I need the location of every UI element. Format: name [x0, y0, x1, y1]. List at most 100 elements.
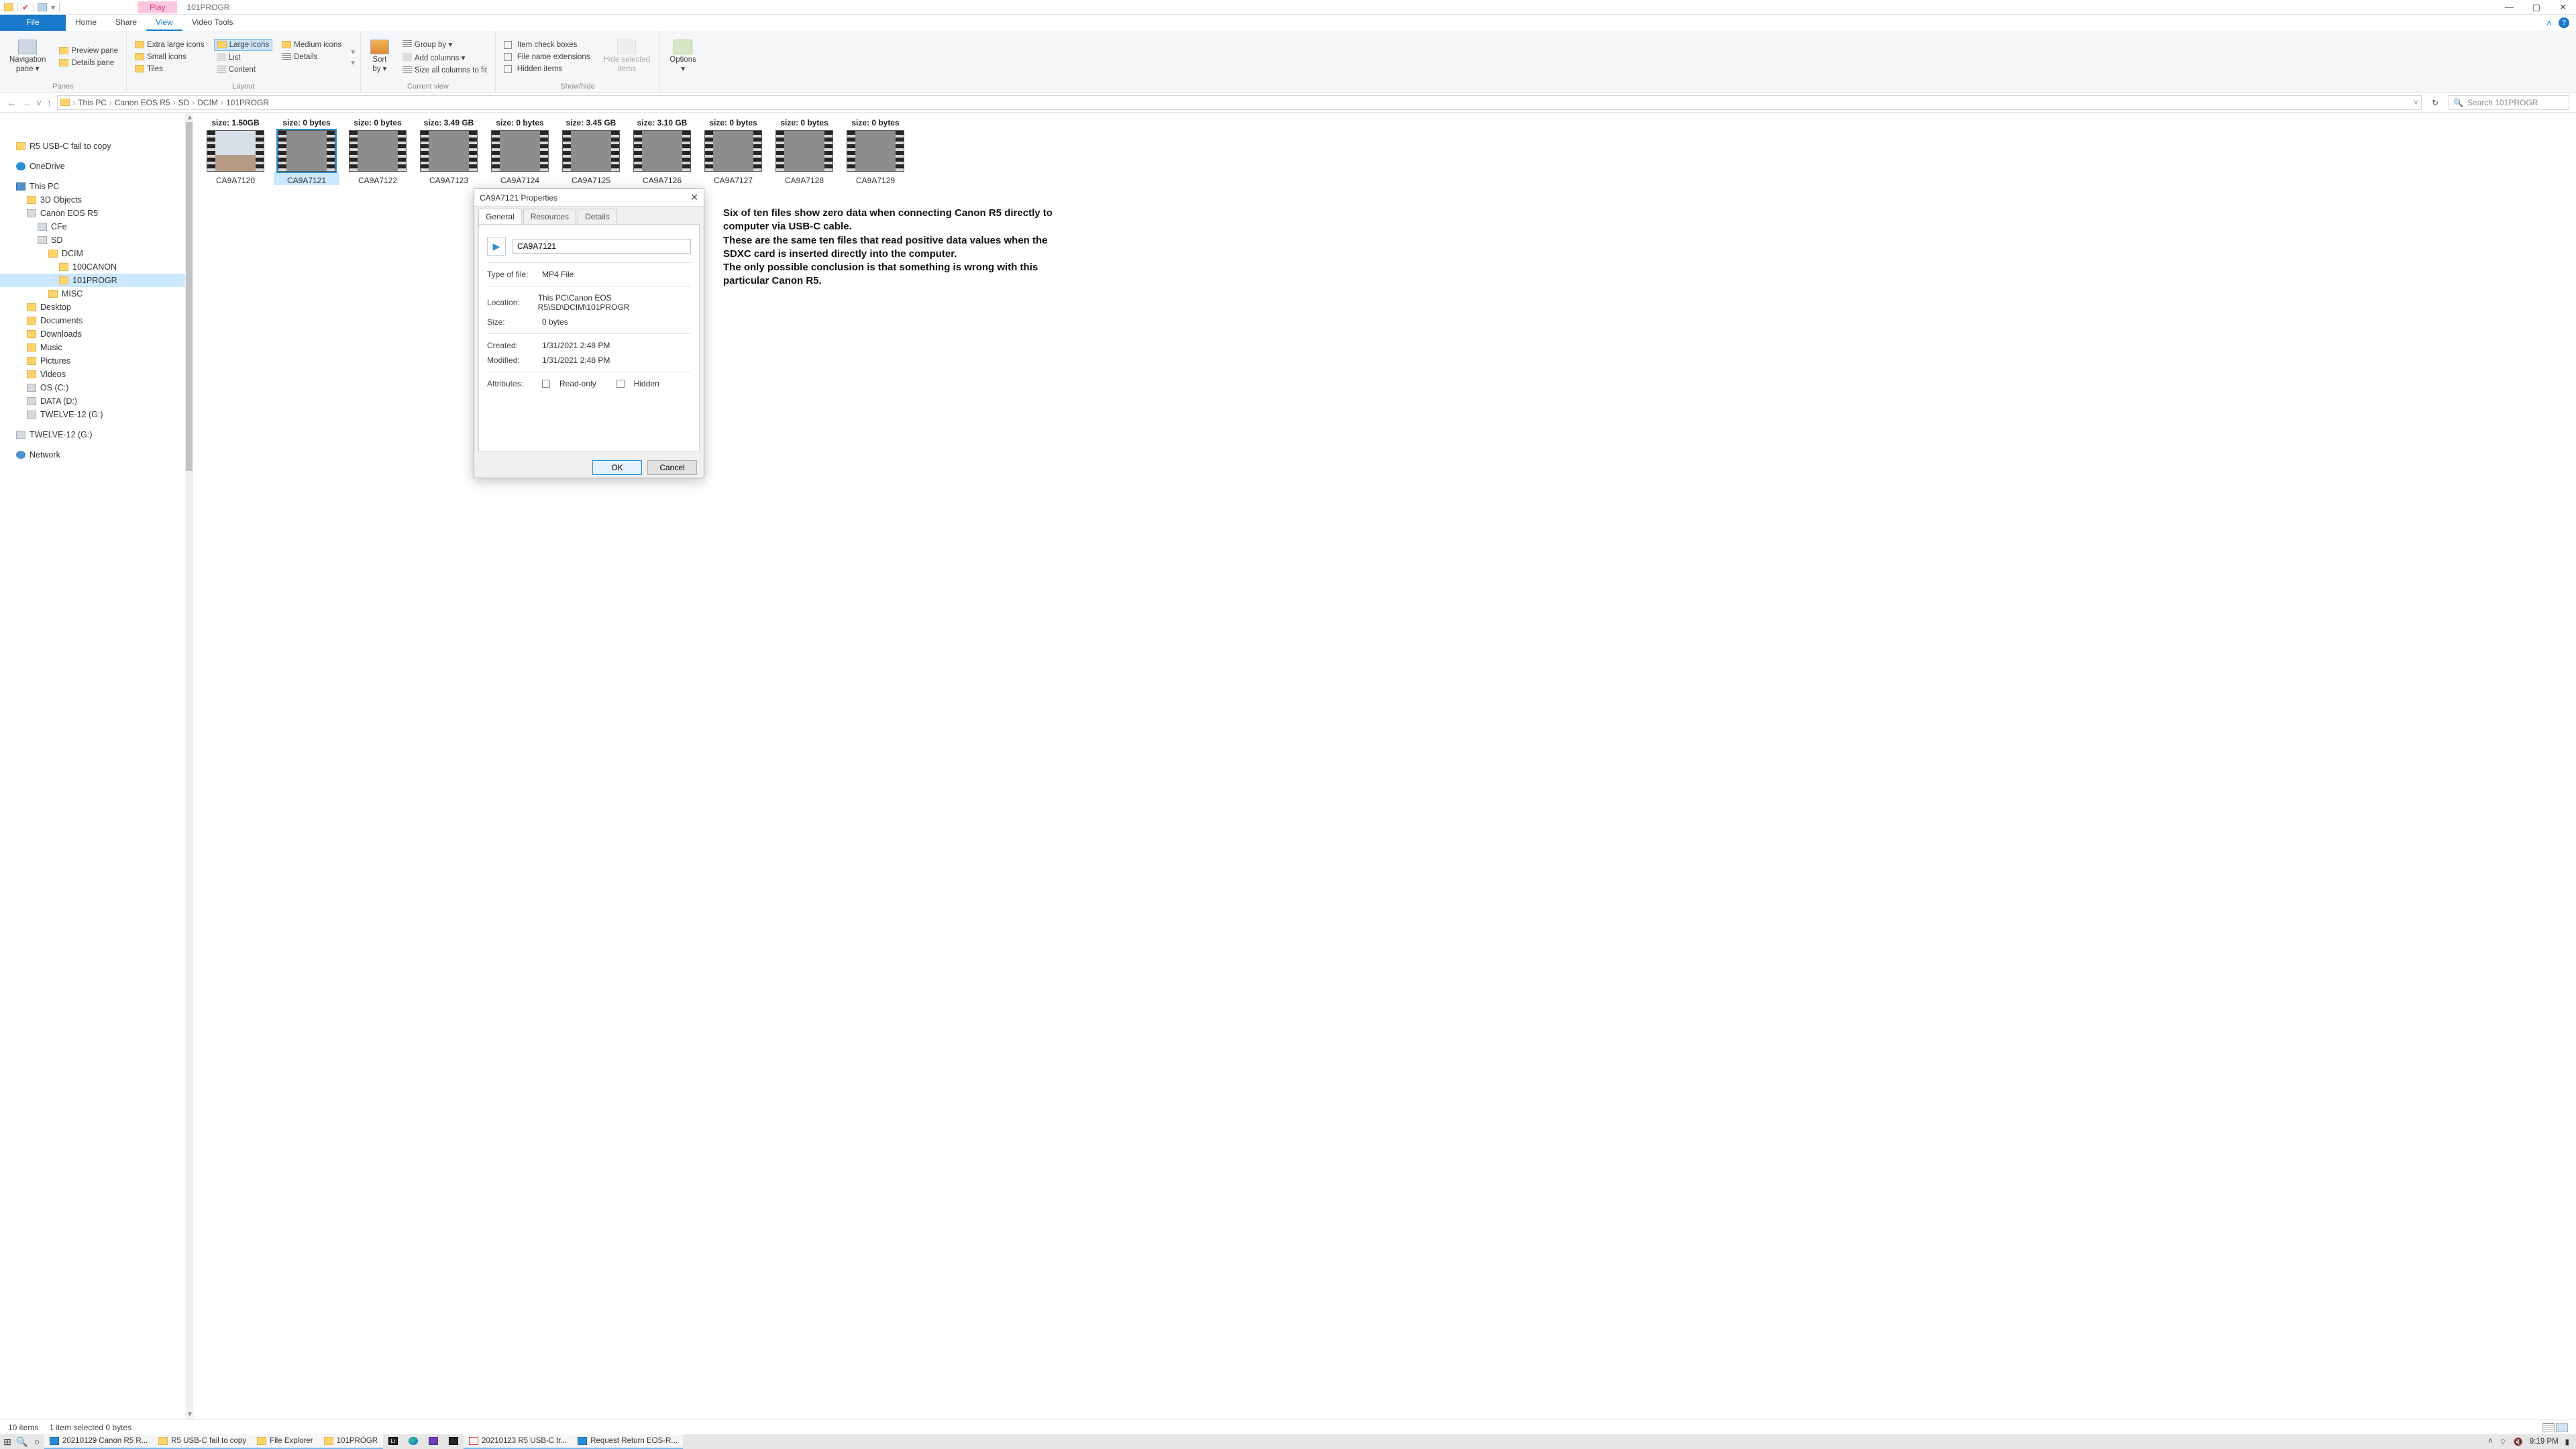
item-check-boxes-toggle[interactable]: Item check boxes: [501, 40, 593, 50]
maximize-button[interactable]: ▢: [2532, 2, 2540, 13]
taskbar-item[interactable]: 20210123 R5 USB-C tr...: [464, 1434, 572, 1449]
tiles-button[interactable]: Tiles: [132, 64, 207, 74]
tree-node[interactable]: Canon EOS R5: [0, 207, 193, 220]
qat-checkmark-icon[interactable]: ✔: [22, 3, 29, 12]
crumb[interactable]: Canon EOS R5: [115, 98, 170, 107]
volume-icon[interactable]: 🔇: [2514, 1437, 2523, 1446]
file-item[interactable]: size: 0 bytesCA9A7122: [345, 118, 411, 185]
list-button[interactable]: List: [214, 52, 272, 63]
dialog-close-button[interactable]: ✕: [690, 192, 698, 203]
tree-node[interactable]: OneDrive: [0, 160, 193, 173]
taskbar-item[interactable]: File Explorer: [252, 1434, 319, 1449]
tree-node[interactable]: Documents: [0, 314, 193, 327]
tree-node[interactable]: This PC: [0, 180, 193, 193]
scrollbar-thumb[interactable]: [186, 122, 193, 471]
filename-field[interactable]: [513, 239, 691, 254]
tree-node[interactable]: CFe: [0, 220, 193, 233]
taskbar-item[interactable]: 20210129 Canon R5 R...: [44, 1434, 153, 1449]
layout-more-button[interactable]: ▾: [351, 47, 355, 56]
scroll-up-icon[interactable]: ▲: [186, 114, 193, 121]
taskbar-item[interactable]: [403, 1434, 423, 1449]
tree-node[interactable]: Desktop: [0, 301, 193, 314]
crumb[interactable]: SD: [178, 98, 190, 107]
help-button[interactable]: ?: [2559, 17, 2569, 28]
tree-node[interactable]: 101PROGR: [0, 274, 193, 287]
cortana-button[interactable]: ○: [30, 1436, 44, 1447]
notifications-button[interactable]: ▮: [2565, 1437, 2569, 1446]
file-item[interactable]: size: 0 bytesCA9A7129: [843, 118, 908, 185]
extra-large-icons-button[interactable]: Extra large icons: [132, 40, 207, 50]
sidebar-scrollbar[interactable]: ▲ ▼: [185, 113, 193, 1419]
tab-video-tools[interactable]: Video Tools: [182, 15, 243, 31]
qat-new-folder-icon[interactable]: [38, 3, 47, 11]
details-view-toggle[interactable]: [2542, 1423, 2555, 1432]
crumb[interactable]: This PC: [78, 98, 107, 107]
hidden-checkbox[interactable]: [616, 380, 625, 388]
tree-node[interactable]: Music: [0, 341, 193, 354]
tab-home[interactable]: Home: [66, 15, 106, 31]
taskbar-item[interactable]: 101PROGR: [319, 1434, 383, 1449]
tree-node[interactable]: OS (C:): [0, 381, 193, 394]
tree-node[interactable]: Downloads: [0, 327, 193, 341]
close-button[interactable]: ✕: [2559, 2, 2567, 13]
taskbar-search[interactable]: 🔍: [15, 1436, 30, 1448]
clock[interactable]: 9:19 PM: [2530, 1438, 2559, 1446]
prop-tab-resources[interactable]: Resources: [523, 209, 576, 224]
add-columns-button[interactable]: Add columns ▾: [400, 52, 490, 64]
hidden-items-toggle[interactable]: Hidden items: [501, 64, 593, 74]
scroll-down-icon[interactable]: ▼: [186, 1411, 193, 1418]
details-pane-button[interactable]: Details pane: [56, 58, 121, 68]
taskbar-item[interactable]: [423, 1434, 443, 1449]
medium-icons-button[interactable]: Medium icons: [279, 40, 344, 50]
large-icons-button[interactable]: Large icons: [214, 39, 272, 51]
tree-node[interactable]: Videos: [0, 368, 193, 381]
file-item[interactable]: size: 0 bytesCA9A7124: [487, 118, 553, 185]
sort-by-button[interactable]: Sort by ▾: [366, 37, 393, 77]
readonly-checkbox[interactable]: [542, 380, 550, 388]
group-by-button[interactable]: Group by ▾: [400, 38, 490, 50]
tree-node[interactable]: TWELVE-12 (G:): [0, 428, 193, 441]
tree-node[interactable]: Pictures: [0, 354, 193, 368]
taskbar-item[interactable]: Request Return EOS-R...: [572, 1434, 683, 1449]
ok-button[interactable]: OK: [592, 460, 642, 475]
tree-node[interactable]: R5 USB-C fail to copy: [0, 140, 193, 153]
tab-share[interactable]: Share: [106, 15, 146, 31]
tab-file[interactable]: File: [0, 15, 66, 31]
refresh-button[interactable]: ↻: [2427, 98, 2443, 107]
options-button[interactable]: Options ▾: [665, 37, 700, 77]
prop-tab-details[interactable]: Details: [578, 209, 617, 224]
crumb[interactable]: 101PROGR: [226, 98, 269, 107]
tree-node[interactable]: SD: [0, 233, 193, 247]
layout-more-button[interactable]: ▾: [351, 58, 355, 67]
start-button[interactable]: ⊞: [0, 1436, 15, 1448]
details-view-button[interactable]: Details: [279, 52, 344, 62]
tree-node[interactable]: TWELVE-12 (G:): [0, 408, 193, 421]
ribbon-collapse-button[interactable]: ˄: [2546, 17, 2552, 28]
prop-tab-general[interactable]: General: [478, 209, 522, 224]
cancel-button[interactable]: Cancel: [647, 460, 697, 475]
size-columns-button[interactable]: Size all columns to fit: [400, 65, 490, 76]
breadcrumb[interactable]: › This PC› Canon EOS R5› SD› DCIM› 101PR…: [57, 95, 2422, 110]
forward-button[interactable]: →: [21, 97, 31, 108]
qat-dropdown-icon[interactable]: ▾: [51, 3, 55, 12]
file-item[interactable]: size: 3.10 GBCA9A7126: [629, 118, 695, 185]
dialog-titlebar[interactable]: CA9A7121 Properties ✕: [474, 189, 704, 207]
tree-node[interactable]: Network: [0, 448, 193, 462]
small-icons-button[interactable]: Small icons: [132, 52, 207, 62]
address-dropdown-button[interactable]: ˅: [2414, 98, 2418, 107]
file-item[interactable]: size: 1.50GBCA9A7120: [203, 118, 268, 185]
file-item[interactable]: size: 0 bytesCA9A7121: [274, 118, 339, 185]
up-button[interactable]: ↑: [47, 97, 52, 108]
navigation-pane-button[interactable]: Navigation pane ▾: [5, 37, 50, 77]
taskbar-item[interactable]: Lr: [383, 1434, 403, 1449]
wifi-icon[interactable]: ⌔: [2500, 1437, 2507, 1447]
minimize-button[interactable]: —: [2505, 2, 2514, 13]
icons-view-toggle[interactable]: [2556, 1423, 2568, 1432]
tree-node[interactable]: DCIM: [0, 247, 193, 260]
content-pane[interactable]: size: 1.50GBCA9A7120size: 0 bytesCA9A712…: [193, 113, 2576, 1419]
file-extensions-toggle[interactable]: File name extensions: [501, 52, 593, 62]
tree-node[interactable]: DATA (D:): [0, 394, 193, 408]
taskbar-item[interactable]: R5 USB-C fail to copy: [153, 1434, 252, 1449]
tree-node[interactable]: 3D Objects: [0, 193, 193, 207]
tray-overflow-button[interactable]: ˄: [2488, 1438, 2493, 1446]
